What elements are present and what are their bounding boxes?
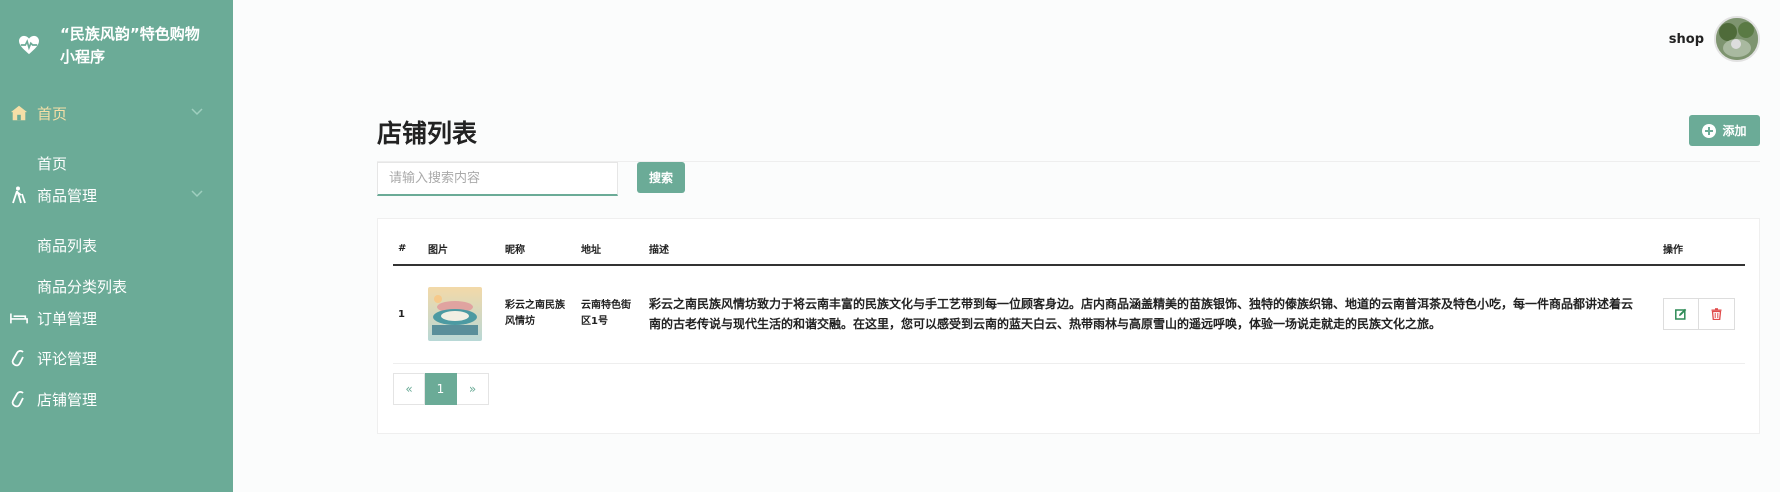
username: shop bbox=[1668, 31, 1704, 47]
home-icon bbox=[10, 105, 28, 121]
trash-icon bbox=[1711, 308, 1722, 321]
sidebar: “民族风韵”特色购物小程序 首页 首页 商品管理 商品列表 商品分类列表 订单管… bbox=[0, 0, 233, 492]
cell-actions bbox=[1658, 265, 1745, 364]
sidebar-subitem-product-list[interactable]: 商品列表 bbox=[0, 226, 233, 262]
plus-circle-icon bbox=[1702, 123, 1717, 138]
sidebar-item-label: 店铺管理 bbox=[37, 390, 98, 409]
search-input[interactable] bbox=[377, 162, 618, 196]
column-header-image: 图片 bbox=[423, 232, 500, 266]
pagination-prev[interactable]: « bbox=[393, 373, 425, 405]
cell-description: 彩云之南民族风情坊致力于将云南丰富的民族文化与手工艺带到每一位顾客身边。店内商品… bbox=[644, 265, 1658, 364]
sidebar-item-home[interactable]: 首页 bbox=[0, 95, 233, 131]
pagination-next[interactable]: » bbox=[457, 373, 489, 405]
sidebar-subitem-category-list[interactable]: 商品分类列表 bbox=[0, 267, 233, 303]
heart-pulse-icon bbox=[19, 35, 39, 55]
edit-icon bbox=[1675, 309, 1687, 320]
sidebar-item-orders[interactable]: 订单管理 bbox=[0, 300, 233, 336]
paperclip-icon bbox=[11, 350, 24, 367]
sidebar-subitem-label: 商品列表 bbox=[37, 237, 98, 255]
avatar[interactable] bbox=[1714, 16, 1760, 62]
search-button[interactable]: 搜索 bbox=[637, 162, 685, 193]
chevron-down-icon bbox=[191, 190, 203, 198]
cell-nickname: 彩云之南民族风情坊 bbox=[500, 265, 576, 364]
chevron-down-icon bbox=[191, 108, 203, 116]
sidebar-item-label: 商品管理 bbox=[37, 186, 98, 205]
brand-title: “民族风韵”特色购物小程序 bbox=[60, 25, 200, 66]
column-header-address: 地址 bbox=[576, 232, 644, 266]
user-menu[interactable]: shop bbox=[1669, 15, 1760, 63]
add-button-label: 添加 bbox=[1722, 124, 1747, 138]
shop-table-card: # 图片 昵称 地址 描述 操作 1 彩云之南民族风情坊 云南特色街区1号 彩云… bbox=[377, 218, 1760, 434]
cell-id: 1 bbox=[393, 265, 423, 364]
edit-button[interactable] bbox=[1663, 298, 1699, 331]
column-header-nickname: 昵称 bbox=[500, 232, 576, 266]
shop-thumbnail bbox=[428, 287, 482, 342]
sidebar-subitem-label: 首页 bbox=[37, 155, 68, 173]
table-row: 1 彩云之南民族风情坊 云南特色街区1号 彩云之南民族风情坊致力于将云南丰富的民… bbox=[393, 265, 1745, 364]
column-header-description: 描述 bbox=[644, 232, 1658, 266]
sidebar-subitem-label: 商品分类列表 bbox=[37, 278, 128, 296]
pagination-page-current[interactable]: 1 bbox=[425, 373, 457, 405]
column-header-actions: 操作 bbox=[1658, 232, 1745, 266]
walking-icon bbox=[12, 186, 26, 204]
brand: “民族风韵”特色购物小程序 bbox=[0, 0, 233, 90]
sidebar-item-label: 订单管理 bbox=[37, 309, 98, 328]
pagination: « 1 » bbox=[393, 373, 489, 405]
page-title: 店铺列表 bbox=[377, 119, 478, 148]
sidebar-item-shops[interactable]: 店铺管理 bbox=[0, 381, 233, 417]
sidebar-item-label: 评论管理 bbox=[37, 349, 98, 368]
bed-icon bbox=[10, 313, 28, 324]
column-header-id: # bbox=[393, 232, 423, 266]
cell-address: 云南特色街区1号 bbox=[576, 265, 644, 364]
sidebar-item-comments[interactable]: 评论管理 bbox=[0, 340, 233, 376]
sidebar-subitem-home[interactable]: 首页 bbox=[0, 144, 233, 180]
shop-table: # 图片 昵称 地址 描述 操作 1 彩云之南民族风情坊 云南特色街区1号 彩云… bbox=[393, 232, 1745, 364]
avatar-image bbox=[1716, 18, 1758, 60]
delete-button[interactable] bbox=[1699, 298, 1735, 331]
table-header-row: # 图片 昵称 地址 描述 操作 bbox=[393, 232, 1745, 266]
paperclip-icon bbox=[11, 391, 24, 408]
add-button[interactable]: 添加 bbox=[1689, 115, 1760, 146]
cell-image bbox=[423, 265, 500, 364]
sidebar-item-label: 首页 bbox=[37, 104, 68, 123]
sidebar-item-products[interactable]: 商品管理 bbox=[0, 177, 233, 213]
